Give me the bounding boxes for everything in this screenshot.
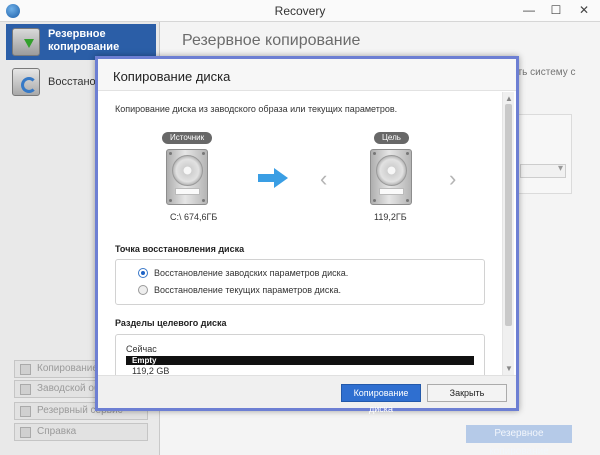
radio-unselected[interactable] xyxy=(138,285,148,295)
backup-icon xyxy=(12,28,40,56)
partitions-panel: Сейчас Empty 119,2 GB xyxy=(115,334,485,376)
dialog-title: Копирование диска xyxy=(113,69,231,84)
window-title: Recovery xyxy=(274,4,326,18)
dialog-scrollbar[interactable]: ▲ ▼ xyxy=(502,92,514,375)
chevron-right-icon[interactable]: › xyxy=(449,166,456,192)
source-disk-caption: C:\ 674,6ГБ xyxy=(170,212,218,222)
target-disk-icon xyxy=(370,149,412,205)
partition-bar: Empty xyxy=(126,356,474,365)
scroll-down-icon[interactable]: ▼ xyxy=(505,364,513,373)
radio-selected[interactable] xyxy=(138,268,148,278)
source-pill: Источник xyxy=(162,132,213,144)
chevron-left-icon[interactable]: ‹ xyxy=(320,166,327,192)
restore-icon xyxy=(12,68,40,96)
dialog-header: Копирование диска xyxy=(98,59,516,91)
image-icon xyxy=(20,384,31,395)
close-window-button[interactable]: ✕ xyxy=(570,0,598,20)
dialog-footer: Копирование диска Закрыть xyxy=(98,375,516,414)
help-icon xyxy=(20,427,31,438)
restore-point-options: Восстановление заводских параметров диск… xyxy=(115,259,485,305)
partition-current-label: Сейчас xyxy=(126,344,157,354)
partition-bar-label: Empty xyxy=(132,356,157,365)
disk-icon xyxy=(20,364,31,375)
arrow-right-icon xyxy=(258,168,288,188)
source-disk-icon xyxy=(166,149,208,205)
close-button[interactable]: Закрыть xyxy=(427,384,507,402)
target-disk-caption: 119,2ГБ xyxy=(374,212,407,222)
dialog-description: Копирование диска из заводского образа и… xyxy=(115,104,398,114)
option-label: Восстановление заводских параметров диск… xyxy=(154,268,349,278)
dialog-body: Копирование диска из заводского образа и… xyxy=(98,92,516,376)
minimize-button[interactable]: — xyxy=(516,0,542,20)
dialog-content: Копирование диска Копирование диска из з… xyxy=(98,59,516,414)
maximize-button[interactable]: ☐ xyxy=(543,0,569,20)
restore-point-title: Точка восстановления диска xyxy=(115,244,245,254)
scroll-up-icon[interactable]: ▲ xyxy=(505,94,513,103)
target-pill: Цель xyxy=(374,132,409,144)
partitions-title: Разделы целевого диска xyxy=(115,318,227,328)
copy-disk-button[interactable]: Копирование диска xyxy=(341,384,421,414)
service-icon xyxy=(20,406,31,417)
sidebar-item-label: Резервное копирование xyxy=(48,28,120,53)
help-sidebar-button[interactable]: Справка xyxy=(14,423,148,441)
scroll-thumb[interactable] xyxy=(505,104,512,326)
disk-copy-dialog: Копирование диска Копирование диска из з… xyxy=(95,56,519,414)
button-label: Справка xyxy=(37,426,77,437)
sidebar-item-backup[interactable]: Резервное копирование xyxy=(6,24,156,60)
window-titlebar: Recovery — ☐ ✕ xyxy=(0,0,600,22)
option-label: Восстановление текущих параметров диска. xyxy=(154,285,341,295)
